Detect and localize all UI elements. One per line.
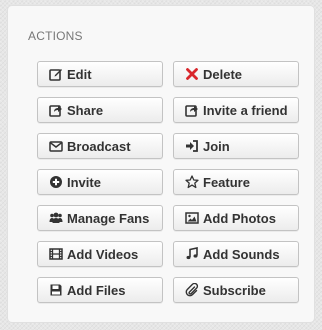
x-icon: [184, 67, 199, 82]
share-label: Share: [67, 102, 104, 118]
edit-label: Edit: [67, 66, 92, 82]
invite-a-friend-label: Invite a friend: [203, 102, 288, 118]
add-files-button[interactable]: Add Files: [37, 277, 163, 303]
add-videos-button[interactable]: Add Videos: [37, 241, 163, 267]
invite-a-friend-button[interactable]: Invite a friend: [173, 97, 299, 123]
subscribe-label: Subscribe: [203, 282, 266, 298]
add-sounds-button[interactable]: Add Sounds: [173, 241, 299, 267]
manage-fans-label: Manage Fans: [67, 210, 150, 226]
share-icon: [48, 103, 63, 118]
feature-button[interactable]: Feature: [173, 169, 299, 195]
add-photos-label: Add Photos: [203, 210, 276, 226]
edit-icon: [48, 67, 63, 82]
add-photos-button[interactable]: Add Photos: [173, 205, 299, 231]
invite-friend-icon: [184, 103, 199, 118]
sign-in-icon: [184, 139, 199, 154]
actions-panel: ACTIONS Edit Delete Share Invite a frien…: [8, 6, 314, 322]
manage-fans-button[interactable]: Manage Fans: [37, 205, 163, 231]
broadcast-button[interactable]: Broadcast: [37, 133, 163, 159]
delete-label: Delete: [203, 66, 243, 82]
invite-button[interactable]: Invite: [37, 169, 163, 195]
star-outline-icon: [184, 175, 199, 190]
subscribe-button[interactable]: Subscribe: [173, 277, 299, 303]
invite-label: Invite: [67, 174, 101, 190]
actions-grid: Edit Delete Share Invite a friend Broadc: [37, 61, 299, 303]
film-icon: [48, 247, 63, 262]
delete-button[interactable]: Delete: [173, 61, 299, 87]
add-sounds-label: Add Sounds: [203, 246, 280, 262]
add-files-label: Add Files: [67, 282, 126, 298]
paperclip-icon: [184, 283, 199, 298]
feature-label: Feature: [203, 174, 250, 190]
broadcast-label: Broadcast: [67, 138, 131, 154]
add-videos-label: Add Videos: [67, 246, 139, 262]
section-heading: ACTIONS: [28, 29, 83, 43]
plus-circle-icon: [48, 175, 63, 190]
join-button[interactable]: Join: [173, 133, 299, 159]
picture-icon: [184, 211, 199, 226]
share-button[interactable]: Share: [37, 97, 163, 123]
users-icon: [48, 211, 63, 226]
edit-button[interactable]: Edit: [37, 61, 163, 87]
envelope-icon: [48, 139, 63, 154]
music-icon: [184, 247, 199, 262]
floppy-disk-icon: [48, 283, 63, 298]
join-label: Join: [203, 138, 230, 154]
